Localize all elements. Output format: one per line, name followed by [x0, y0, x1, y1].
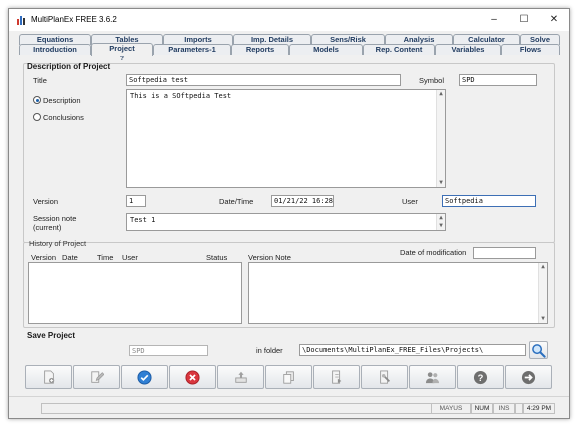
- app-window: MultiPlanEx FREE 3.6.2 – ☐ ✕ Equations T…: [8, 8, 570, 419]
- close-button[interactable]: ✕: [539, 9, 569, 31]
- scroll-up-icon[interactable]: ▲: [437, 90, 445, 98]
- browse-folder-button[interactable]: [529, 341, 548, 359]
- maximize-button[interactable]: ☐: [509, 9, 539, 31]
- status-mayus: MAYUS: [431, 403, 471, 414]
- user-field[interactable]: Softpedia: [442, 195, 536, 207]
- save-section-title: Save Project: [27, 331, 76, 340]
- col-time: Time: [97, 253, 114, 262]
- scroll-down-icon[interactable]: ▼: [437, 179, 445, 187]
- title-label: Title: [33, 76, 47, 85]
- tab-models[interactable]: Models: [289, 44, 363, 55]
- scroll-up-icon[interactable]: ▲: [539, 263, 547, 271]
- tools-button[interactable]: [361, 365, 408, 389]
- version-label: Version: [33, 197, 59, 206]
- conclusions-radio[interactable]: [33, 113, 41, 121]
- save-symbol-field[interactable]: SPD: [129, 345, 208, 356]
- status-bar: MAYUS NUM INS 4:29 PM: [9, 396, 569, 418]
- export-icon: [331, 370, 341, 384]
- version-note-scrollbar[interactable]: ▲ ▼: [538, 263, 547, 323]
- copy-button[interactable]: [265, 365, 312, 389]
- date-modification-field[interactable]: [473, 247, 536, 259]
- tab-rep-content[interactable]: Rep. Content: [363, 44, 435, 55]
- svg-text:?: ?: [478, 372, 484, 382]
- new-document-icon: [43, 370, 54, 384]
- scroll-down-icon[interactable]: ▼: [437, 222, 445, 230]
- session-note-label: Session note: [33, 214, 77, 223]
- session-note-field[interactable]: Test 1 ▲ ▼: [126, 213, 446, 231]
- scroll-up-icon[interactable]: ▲: [437, 214, 445, 222]
- symbol-field[interactable]: SPD: [459, 74, 537, 86]
- help-button[interactable]: ?: [457, 365, 504, 389]
- users-icon: [425, 371, 440, 383]
- export-button[interactable]: [313, 365, 360, 389]
- description-radio[interactable]: [33, 96, 41, 104]
- delete-button[interactable]: [169, 365, 216, 389]
- confirm-icon: [137, 369, 152, 385]
- history-section-title: History of Project: [29, 239, 87, 248]
- datetime-field[interactable]: 01/21/22 16:28: [271, 195, 334, 207]
- project-tab-help[interactable]: ?: [91, 55, 153, 62]
- status-ins: INS: [493, 403, 515, 414]
- exit-button[interactable]: [505, 365, 552, 389]
- scroll-down-icon[interactable]: ▼: [539, 315, 547, 323]
- tab-flows[interactable]: Flows: [501, 44, 560, 55]
- version-note-area[interactable]: ▲ ▼: [248, 262, 548, 324]
- description-textarea[interactable]: This is a SOftpedia Test ▲ ▼: [126, 89, 446, 188]
- date-modification-label: Date of modification: [400, 248, 467, 257]
- session-note-sublabel: (current): [33, 223, 62, 232]
- version-note-label: Version Note: [248, 253, 291, 262]
- user-label: User: [402, 197, 418, 206]
- session-note-text: Test 1: [130, 216, 156, 224]
- conclusions-radio-label[interactable]: Conclusions: [43, 113, 84, 122]
- upload-button[interactable]: [217, 365, 264, 389]
- exit-icon: [521, 370, 536, 384]
- col-user: User: [122, 253, 138, 262]
- status-spacer: [515, 403, 523, 414]
- description-section-title: Description of Project: [27, 62, 111, 71]
- tools-icon: [379, 370, 390, 384]
- symbol-label: Symbol: [419, 76, 445, 85]
- search-icon: [532, 344, 546, 358]
- title-bar[interactable]: MultiPlanEx FREE 3.6.2 – ☐ ✕: [9, 9, 569, 31]
- in-folder-label: in folder: [256, 346, 283, 355]
- minimize-button[interactable]: –: [479, 9, 509, 31]
- version-field[interactable]: 1: [126, 195, 146, 207]
- tab-reports[interactable]: Reports: [231, 44, 289, 55]
- new-button[interactable]: [25, 365, 72, 389]
- description-text: This is a SOftpedia Test: [130, 92, 232, 100]
- copy-icon: [282, 371, 294, 384]
- tab-variables[interactable]: Variables: [435, 44, 501, 55]
- tab-project[interactable]: Project: [91, 43, 153, 56]
- col-status: Status: [206, 253, 228, 262]
- datetime-label: Date/Time: [219, 197, 254, 206]
- tab-introduction[interactable]: Introduction: [19, 44, 91, 55]
- title-field[interactable]: Softpedia test: [126, 74, 401, 86]
- confirm-button[interactable]: [121, 365, 168, 389]
- description-radio-label[interactable]: Description: [43, 96, 81, 105]
- users-button[interactable]: [409, 365, 456, 389]
- description-scrollbar[interactable]: ▲ ▼: [436, 90, 445, 187]
- col-date: Date: [62, 253, 78, 262]
- edit-button[interactable]: [73, 365, 120, 389]
- session-note-scrollbar[interactable]: ▲ ▼: [436, 214, 445, 230]
- status-main: [41, 403, 431, 414]
- col-version: Version: [31, 253, 57, 262]
- edit-icon: [90, 371, 104, 383]
- tab-parameters-1[interactable]: Parameters-1: [153, 44, 231, 55]
- folder-path-field[interactable]: \Documents\MultiPlanEx_FREE_Files\Projec…: [299, 344, 526, 356]
- help-icon: ?: [473, 370, 488, 384]
- delete-icon: [185, 369, 200, 385]
- toolbar: ?: [25, 365, 555, 391]
- history-list[interactable]: [28, 262, 242, 324]
- window-title: MultiPlanEx FREE 3.6.2: [31, 15, 117, 24]
- upload-icon: [234, 371, 247, 383]
- status-num: NUM: [471, 403, 493, 414]
- status-time: 4:29 PM: [523, 403, 555, 414]
- app-icon: [17, 16, 25, 25]
